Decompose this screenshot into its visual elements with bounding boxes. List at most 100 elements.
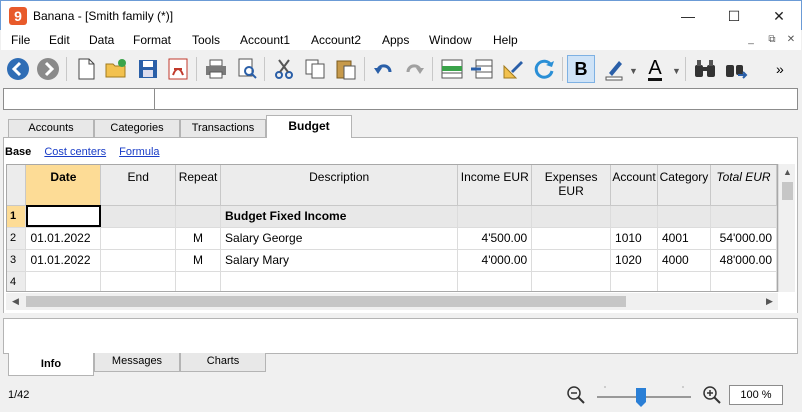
cell-total[interactable]: 54'000.00 (710, 227, 777, 250)
cell-expenses[interactable] (531, 249, 612, 272)
cell-income[interactable]: 4'000.00 (457, 249, 533, 272)
zoom-slider-thumb[interactable] (636, 388, 646, 407)
cell-income[interactable] (457, 205, 533, 228)
cell-content-field[interactable] (156, 89, 796, 109)
column-header-date[interactable]: Date (25, 165, 102, 206)
column-header-income[interactable]: Income EUR (457, 165, 533, 206)
cell-account[interactable]: 1020 (610, 249, 658, 272)
cell-category[interactable] (657, 205, 711, 228)
toolbar-overflow-button[interactable]: » (776, 61, 784, 77)
cell-total[interactable] (710, 271, 777, 291)
recalculate-icon[interactable] (530, 55, 558, 83)
cell-expenses[interactable] (531, 271, 612, 291)
insert-rows-icon[interactable] (438, 55, 466, 83)
zoom-level-field[interactable]: 100 % (729, 385, 783, 405)
cell-total[interactable]: 48'000.00 (710, 249, 777, 272)
cell-date[interactable] (25, 205, 102, 228)
print-icon[interactable] (202, 55, 230, 83)
cell-total[interactable] (710, 205, 777, 228)
menu-apps[interactable]: Apps (382, 33, 409, 47)
tab-info[interactable]: Info (8, 353, 94, 376)
row-number[interactable]: 1 (7, 205, 27, 228)
font-color-dropdown-icon[interactable]: ▼ (672, 66, 681, 76)
maximize-button[interactable]: ☐ (711, 1, 757, 31)
tab-categories[interactable]: Categories (94, 119, 180, 137)
forward-icon[interactable] (34, 55, 62, 83)
new-file-icon[interactable] (72, 55, 100, 83)
menu-window[interactable]: Window (429, 33, 472, 47)
zoom-in-icon[interactable] (702, 385, 722, 405)
cell-account[interactable] (610, 271, 658, 291)
cell-description[interactable] (220, 271, 459, 291)
zoom-out-icon[interactable] (566, 385, 586, 405)
scroll-right-icon[interactable]: ▶ (766, 296, 773, 307)
find-next-icon[interactable] (722, 55, 750, 83)
cell-category[interactable]: 4000 (657, 249, 711, 272)
cell-repeat[interactable]: M (175, 227, 222, 250)
view-formula[interactable]: Formula (119, 146, 159, 158)
cell-end[interactable] (100, 227, 177, 250)
paste-icon[interactable] (332, 55, 360, 83)
view-cost-centers[interactable]: Cost centers (44, 146, 106, 158)
cell-repeat[interactable] (175, 271, 222, 291)
highlight-icon[interactable] (601, 55, 629, 83)
cell-expenses[interactable] (531, 227, 612, 250)
tab-budget[interactable]: Budget (266, 115, 352, 138)
cell-repeat[interactable]: M (175, 249, 222, 272)
scroll-up-icon[interactable]: ▲ (783, 167, 792, 177)
menu-edit[interactable]: Edit (49, 33, 70, 47)
horizontal-scrollbar[interactable]: ◀ ▶ (6, 293, 778, 310)
column-header-description[interactable]: Description (220, 165, 459, 206)
cell-end[interactable] (100, 205, 177, 228)
cut-icon[interactable] (270, 55, 298, 83)
delete-rows-icon[interactable] (468, 55, 496, 83)
cell-end[interactable] (100, 249, 177, 272)
edit-ruler-icon[interactable] (499, 55, 527, 83)
mdi-restore-button[interactable]: ⧉ (764, 33, 780, 47)
cell-description[interactable]: Budget Fixed Income (220, 205, 459, 228)
column-header-total[interactable]: Total EUR (710, 165, 777, 206)
column-header-end[interactable]: End (100, 165, 177, 206)
find-icon[interactable] (691, 55, 719, 83)
column-header-repeat[interactable]: Repeat (175, 165, 222, 206)
cell-income[interactable] (457, 271, 533, 291)
cell-date[interactable] (25, 271, 102, 291)
cell-address-field[interactable] (4, 89, 154, 109)
undo-icon[interactable] (370, 55, 398, 83)
bold-button[interactable]: B (567, 55, 595, 83)
tab-messages[interactable]: Messages (94, 353, 180, 372)
menu-tools[interactable]: Tools (192, 33, 220, 47)
font-color-button[interactable]: A (641, 55, 669, 83)
tab-charts[interactable]: Charts (180, 353, 266, 372)
cell-account[interactable]: 1010 (610, 227, 658, 250)
minimize-button[interactable]: — (665, 1, 711, 31)
close-button[interactable]: ✕ (756, 1, 802, 31)
zoom-slider[interactable] (595, 384, 693, 408)
row-number[interactable]: 2 (7, 227, 27, 250)
cell-description[interactable]: Salary Mary (220, 249, 459, 272)
cell-category[interactable]: 4001 (657, 227, 711, 250)
tab-accounts[interactable]: Accounts (8, 119, 94, 137)
cell-description[interactable]: Salary George (220, 227, 459, 250)
cell-repeat[interactable] (175, 205, 222, 228)
pdf-icon[interactable] (164, 55, 192, 83)
mdi-minimize-button[interactable]: _ (743, 33, 759, 47)
menu-account2[interactable]: Account2 (311, 33, 361, 47)
redo-icon[interactable] (400, 55, 428, 83)
cell-income[interactable]: 4'500.00 (457, 227, 533, 250)
column-header-expenses[interactable]: Expenses EUR (531, 165, 612, 206)
cell-category[interactable] (657, 271, 711, 291)
view-base[interactable]: Base (5, 146, 31, 158)
cell-date[interactable]: 01.01.2022 (25, 227, 102, 250)
highlight-dropdown-icon[interactable]: ▼ (629, 66, 638, 76)
print-preview-icon[interactable] (233, 55, 261, 83)
vertical-scrollbar[interactable]: ▲ (778, 164, 795, 292)
save-icon[interactable] (134, 55, 162, 83)
back-icon[interactable] (4, 55, 32, 83)
open-folder-icon[interactable] (102, 55, 130, 83)
copy-icon[interactable] (301, 55, 329, 83)
menu-data[interactable]: Data (89, 33, 114, 47)
menu-help[interactable]: Help (493, 33, 518, 47)
column-header-account[interactable]: Account (610, 165, 658, 206)
tab-transactions[interactable]: Transactions (180, 119, 266, 137)
